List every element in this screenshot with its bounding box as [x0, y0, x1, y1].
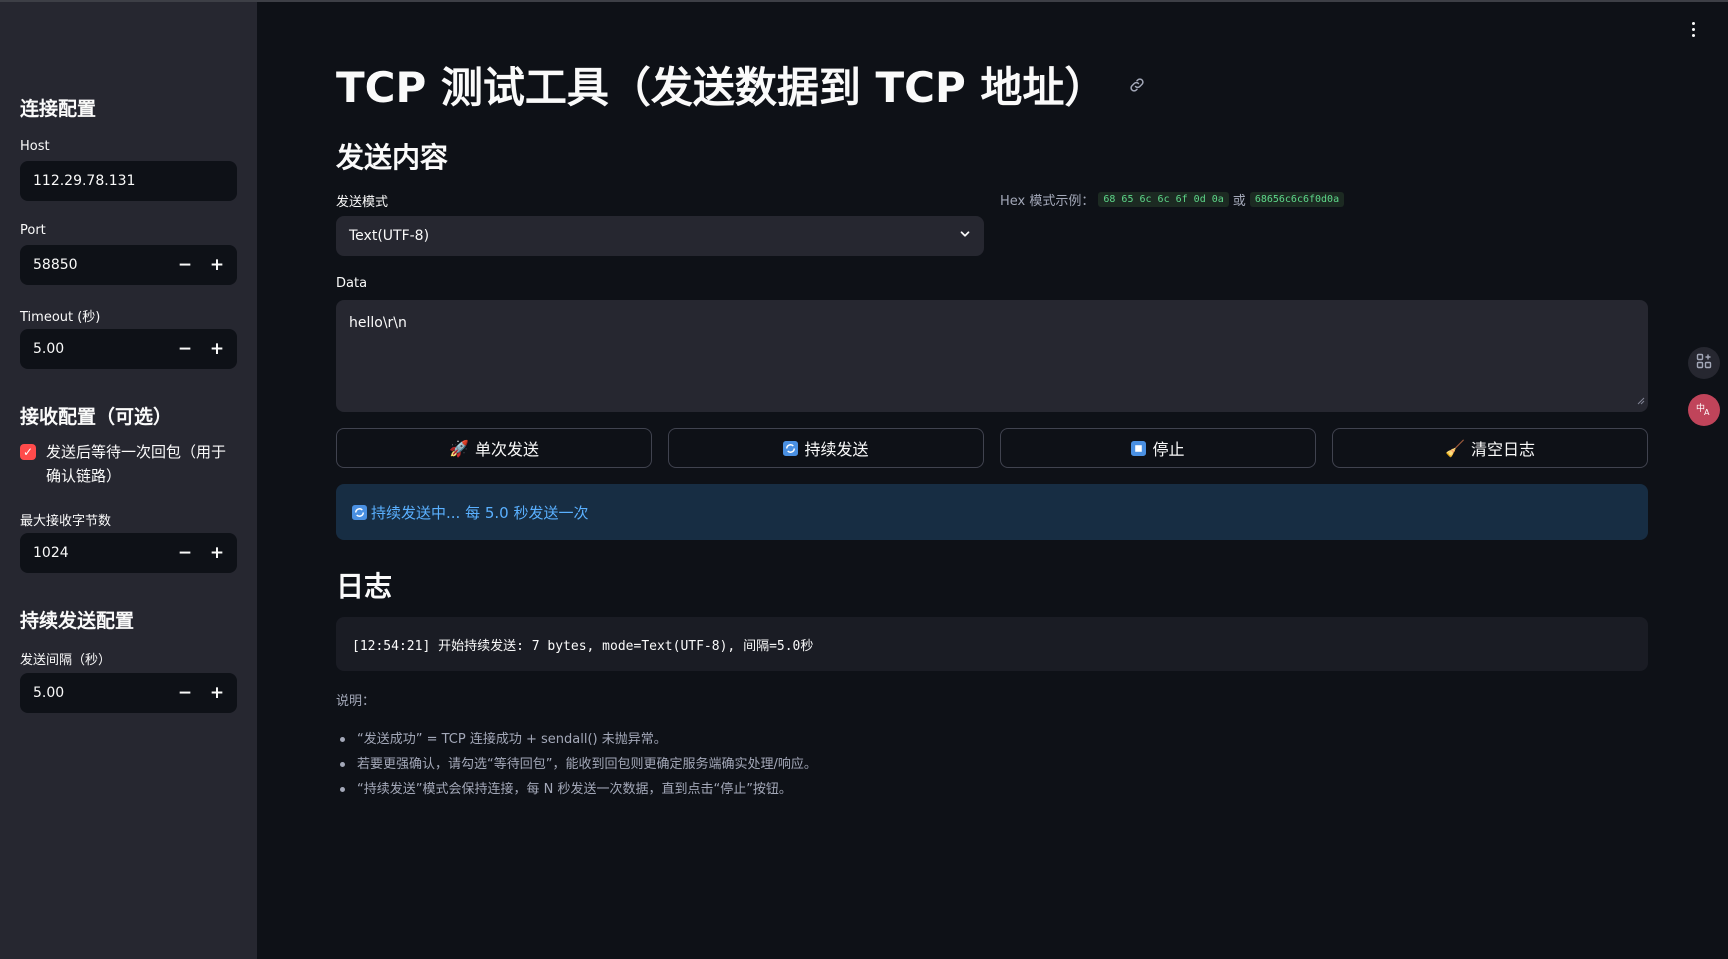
continuous-config-heading: 持续发送配置: [20, 610, 135, 632]
translate-float-button[interactable]: 中A: [1688, 394, 1720, 426]
note-text: “持续发送”模式会保持连接，每 N 秒发送一次数据，直到点击“停止”按钮。: [357, 782, 792, 797]
interval-label: 发送间隔（秒）: [20, 653, 112, 668]
port-input[interactable]: 58850 − +: [20, 245, 237, 285]
data-textarea[interactable]: hello\r\n: [336, 300, 1648, 412]
chevron-down-icon: [958, 227, 972, 245]
hex-hint-prefix: Hex 模式示例：: [1000, 194, 1095, 209]
max-bytes-value: 1024: [33, 545, 69, 561]
main-menu-icon[interactable]: [1692, 22, 1695, 37]
connection-config-heading: 连接配置: [20, 98, 97, 120]
single-send-button[interactable]: 🚀 单次发送: [336, 428, 652, 468]
stop-button[interactable]: 停止: [1000, 428, 1316, 468]
status-text: 持续发送中... 每 5.0 秒发送一次: [371, 503, 589, 522]
hex-example-spaced: 68 65 6c 6c 6f 0d 0a: [1098, 192, 1229, 207]
resize-grip-icon[interactable]: [1637, 393, 1645, 409]
hex-hint: Hex 模式示例： 68 65 6c 6c 6f 0d 0a 或 68656c6…: [1000, 190, 1348, 209]
svg-text:A: A: [1704, 408, 1710, 417]
page-title: TCP 测试工具（发送数据到 TCP 地址）: [336, 54, 1146, 115]
log-box: [12:54:21] 开始持续发送: 7 bytes, mode=Text(UT…: [336, 617, 1648, 671]
timeout-value: 5.00: [33, 341, 65, 357]
timeout-label: Timeout (秒): [20, 310, 101, 325]
note-text: “发送成功” = TCP 连接成功 + sendall() 未抛异常。: [357, 732, 667, 747]
interval-input[interactable]: 5.00 − +: [20, 673, 237, 713]
timeout-increment-button[interactable]: +: [201, 329, 233, 369]
interval-value: 5.00: [33, 685, 65, 701]
max-bytes-label: 最大接收字节数: [20, 514, 112, 529]
list-item: “发送成功” = TCP 连接成功 + sendall() 未抛异常。: [336, 727, 817, 752]
notes-title: 说明：: [336, 694, 376, 709]
data-value: hello\r\n: [349, 315, 407, 331]
max-bytes-decrement-button[interactable]: −: [169, 533, 201, 573]
list-item: 若要更强确认，请勾选“等待回包”，能收到回包则更确定服务端确实处理/响应。: [336, 752, 817, 777]
host-label: Host: [20, 139, 50, 154]
apps-float-button[interactable]: [1688, 347, 1720, 379]
receive-config-heading: 接收配置（可选）: [20, 406, 173, 428]
continuous-send-label: 持续发送: [804, 440, 869, 459]
clear-log-button[interactable]: 🧹 清空日志: [1332, 428, 1648, 468]
notes-list: “发送成功” = TCP 连接成功 + sendall() 未抛异常。 若要更强…: [336, 727, 817, 802]
page-title-text: TCP 测试工具（发送数据到 TCP 地址）: [336, 63, 1107, 112]
port-decrement-button[interactable]: −: [169, 245, 201, 285]
interval-decrement-button[interactable]: −: [169, 673, 201, 713]
send-mode-label: 发送模式: [336, 195, 389, 210]
sidebar: 连接配置 Host 112.29.78.131 Port 58850 − + T…: [0, 2, 257, 959]
interval-increment-button[interactable]: +: [201, 673, 233, 713]
log-line: [12:54:21] 开始持续发送: 7 bytes, mode=Text(UT…: [352, 638, 814, 654]
log-heading: 日志: [336, 570, 393, 603]
broom-icon: 🧹: [1445, 438, 1465, 458]
repeat-icon: [352, 504, 367, 520]
data-label: Data: [336, 276, 368, 291]
translate-icon: 中A: [1695, 399, 1713, 421]
timeout-decrement-button[interactable]: −: [169, 329, 201, 369]
host-value: 112.29.78.131: [33, 173, 136, 189]
send-mode-value: Text(UTF-8): [349, 228, 430, 244]
list-item: “持续发送”模式会保持连接，每 N 秒发送一次数据，直到点击“停止”按钮。: [336, 777, 817, 802]
stop-icon: [1131, 440, 1147, 456]
stop-label: 停止: [1152, 440, 1185, 459]
clear-log-label: 清空日志: [1470, 440, 1535, 459]
wait-reply-checkbox[interactable]: ✓: [20, 444, 36, 460]
grid-plus-icon: [1696, 353, 1712, 373]
hex-hint-or: 或: [1232, 194, 1246, 209]
wait-reply-label: 发送后等待一次回包（用于确认链路）: [46, 443, 227, 485]
hex-example-compact: 68656c6c6f0d0a: [1249, 192, 1345, 207]
bullet-icon: [340, 762, 345, 767]
bullet-icon: [340, 737, 345, 742]
status-info-box: 持续发送中... 每 5.0 秒发送一次: [336, 484, 1648, 540]
top-border: [0, 0, 1728, 2]
host-input[interactable]: 112.29.78.131: [20, 161, 237, 201]
bullet-icon: [340, 787, 345, 792]
single-send-label: 单次发送: [474, 440, 539, 459]
continuous-send-button[interactable]: 持续发送: [668, 428, 984, 468]
port-label: Port: [20, 223, 46, 238]
send-mode-select[interactable]: Text(UTF-8): [336, 216, 984, 256]
port-increment-button[interactable]: +: [201, 245, 233, 285]
wait-reply-checkbox-row[interactable]: ✓ 发送后等待一次回包（用于确认链路）: [20, 440, 240, 488]
timeout-input[interactable]: 5.00 − +: [20, 329, 237, 369]
max-bytes-input[interactable]: 1024 − +: [20, 533, 237, 573]
port-value: 58850: [33, 257, 78, 273]
link-icon[interactable]: [1128, 76, 1146, 94]
max-bytes-increment-button[interactable]: +: [201, 533, 233, 573]
repeat-icon: [783, 440, 799, 456]
note-text: 若要更强确认，请勾选“等待回包”，能收到回包则更确定服务端确实处理/响应。: [357, 757, 817, 772]
send-content-heading: 发送内容: [336, 141, 449, 174]
rocket-icon: 🚀: [449, 438, 469, 458]
